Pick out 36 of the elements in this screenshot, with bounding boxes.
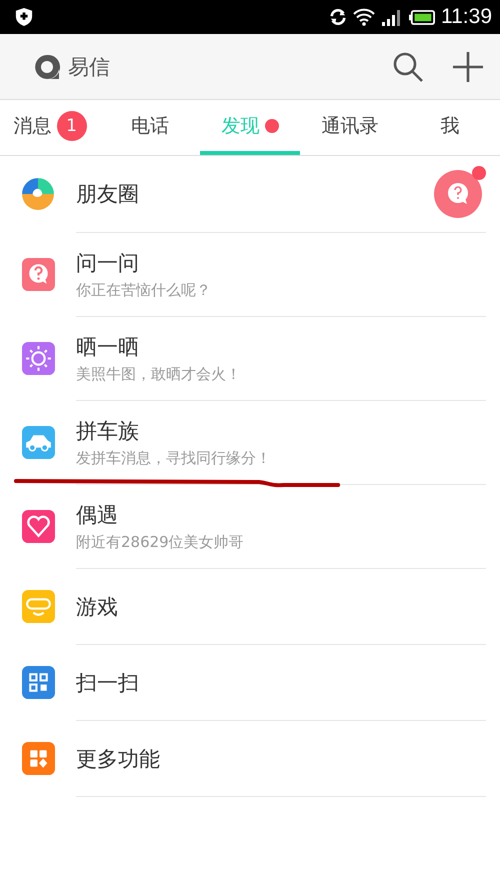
battery-icon (409, 10, 435, 24)
tab[interactable]: 消息 1 (0, 100, 100, 155)
item-title: 朋友圈 (76, 181, 139, 208)
item-title: 晒一晒 (76, 334, 139, 361)
list-item[interactable]: 游戏 (0, 569, 500, 644)
sync-icon (329, 8, 347, 26)
unread-count: 1 (56, 110, 86, 140)
list-item[interactable]: 更多功能 (0, 721, 500, 796)
tab[interactable]: 电话 (100, 100, 200, 155)
item-title: 问一问 (76, 250, 139, 277)
signal-icon (381, 8, 403, 26)
list-item[interactable]: 拼车族 发拼车消息，寻找同行缘分！ (0, 401, 500, 484)
item-subtitle: 发拼车消息，寻找同行缘分！ (76, 449, 271, 468)
shield-icon (15, 7, 33, 27)
search-icon[interactable] (392, 50, 424, 82)
item-subtitle: 附近有28629位美女帅哥 (76, 533, 244, 552)
tab[interactable]: 我 (400, 100, 500, 155)
item-title: 游戏 (76, 594, 118, 620)
wifi-icon (353, 8, 375, 26)
question-avatar-icon (434, 170, 482, 218)
list-item[interactable]: 问一问 你正在苦恼什么呢？ (0, 233, 500, 316)
list-item[interactable]: 扫一扫 (0, 645, 500, 720)
list-item[interactable]: 偶遇 附近有28629位美女帅哥 (0, 485, 500, 568)
app-logo-icon (34, 54, 60, 80)
list-item[interactable]: 晒一晒 美照牛图，敢晒才会火！ (0, 317, 500, 400)
item-title: 拼车族 (76, 418, 139, 445)
item-title: 更多功能 (76, 746, 160, 772)
tab[interactable]: 通讯录 (300, 100, 400, 155)
add-icon[interactable] (452, 50, 484, 82)
item-subtitle: 你正在苦恼什么呢？ (76, 281, 211, 300)
item-title: 扫一扫 (76, 670, 139, 696)
item-subtitle: 美照牛图，敢晒才会火！ (76, 365, 241, 384)
list-item[interactable]: 朋友圈 (0, 156, 500, 232)
item-title: 偶遇 (76, 502, 118, 529)
app-title: 易信 (68, 54, 110, 80)
clock-time: 11:39 (441, 5, 492, 29)
